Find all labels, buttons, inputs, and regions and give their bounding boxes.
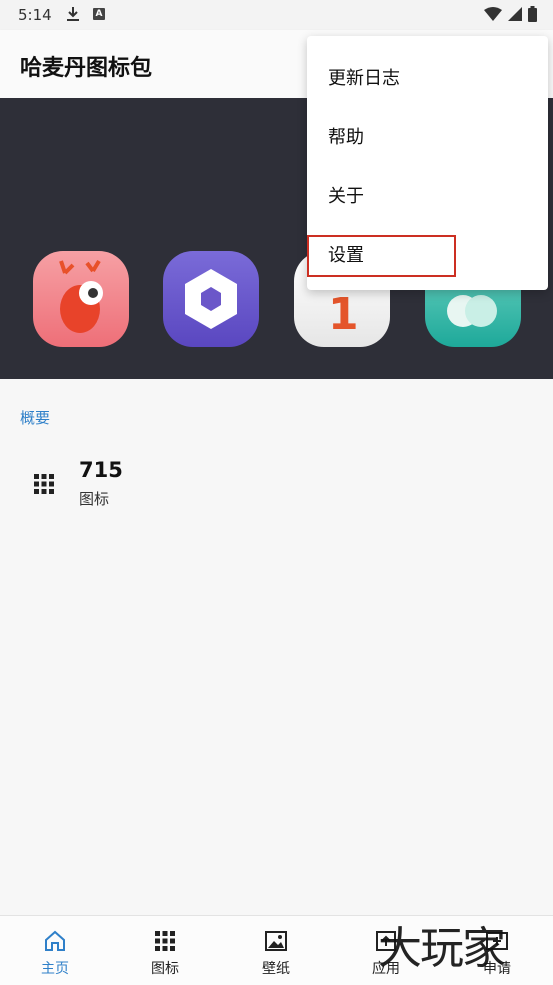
hexagon-icon	[185, 269, 237, 329]
nav-wallpapers[interactable]: 壁纸	[221, 916, 331, 985]
status-bar: 5:14 A	[0, 0, 553, 30]
calendar-number: 1	[328, 289, 359, 340]
wifi-icon	[484, 7, 502, 21]
menu-item-help[interactable]: 帮助	[328, 123, 364, 149]
home-icon	[45, 930, 65, 951]
nav-home[interactable]: 主页	[0, 916, 110, 985]
battery-icon	[528, 6, 537, 22]
download-icon	[67, 7, 79, 21]
overview-section-label: 概要	[20, 409, 51, 427]
menu-item-about[interactable]: 关于	[328, 182, 364, 208]
signal-icon	[508, 7, 522, 21]
nav-icons[interactable]: 图标	[110, 916, 220, 985]
deer-app-icon	[33, 251, 129, 347]
watermark-text: 大玩家	[378, 923, 506, 974]
status-time: 5:14	[18, 6, 52, 24]
icon-count-stat: 715 图标	[32, 458, 232, 518]
grid-icon	[34, 474, 54, 494]
nav-home-label: 主页	[41, 961, 69, 977]
menu-item-changelog[interactable]: 更新日志	[328, 64, 400, 90]
app-title: 哈麦丹图标包	[20, 56, 153, 81]
icon-count-label: 图标	[79, 490, 110, 508]
grid-icon	[155, 931, 175, 951]
nav-icons-label: 图标	[151, 961, 179, 977]
nav-wallpapers-label: 壁纸	[262, 961, 290, 977]
image-icon	[265, 931, 287, 951]
hexagon-app-icon	[163, 251, 259, 347]
a-badge-icon: A	[93, 8, 105, 20]
settings-highlight-box	[307, 235, 456, 277]
status-icons	[484, 6, 537, 22]
deer-icon	[59, 259, 103, 333]
icon-count-value: 715	[79, 458, 123, 482]
